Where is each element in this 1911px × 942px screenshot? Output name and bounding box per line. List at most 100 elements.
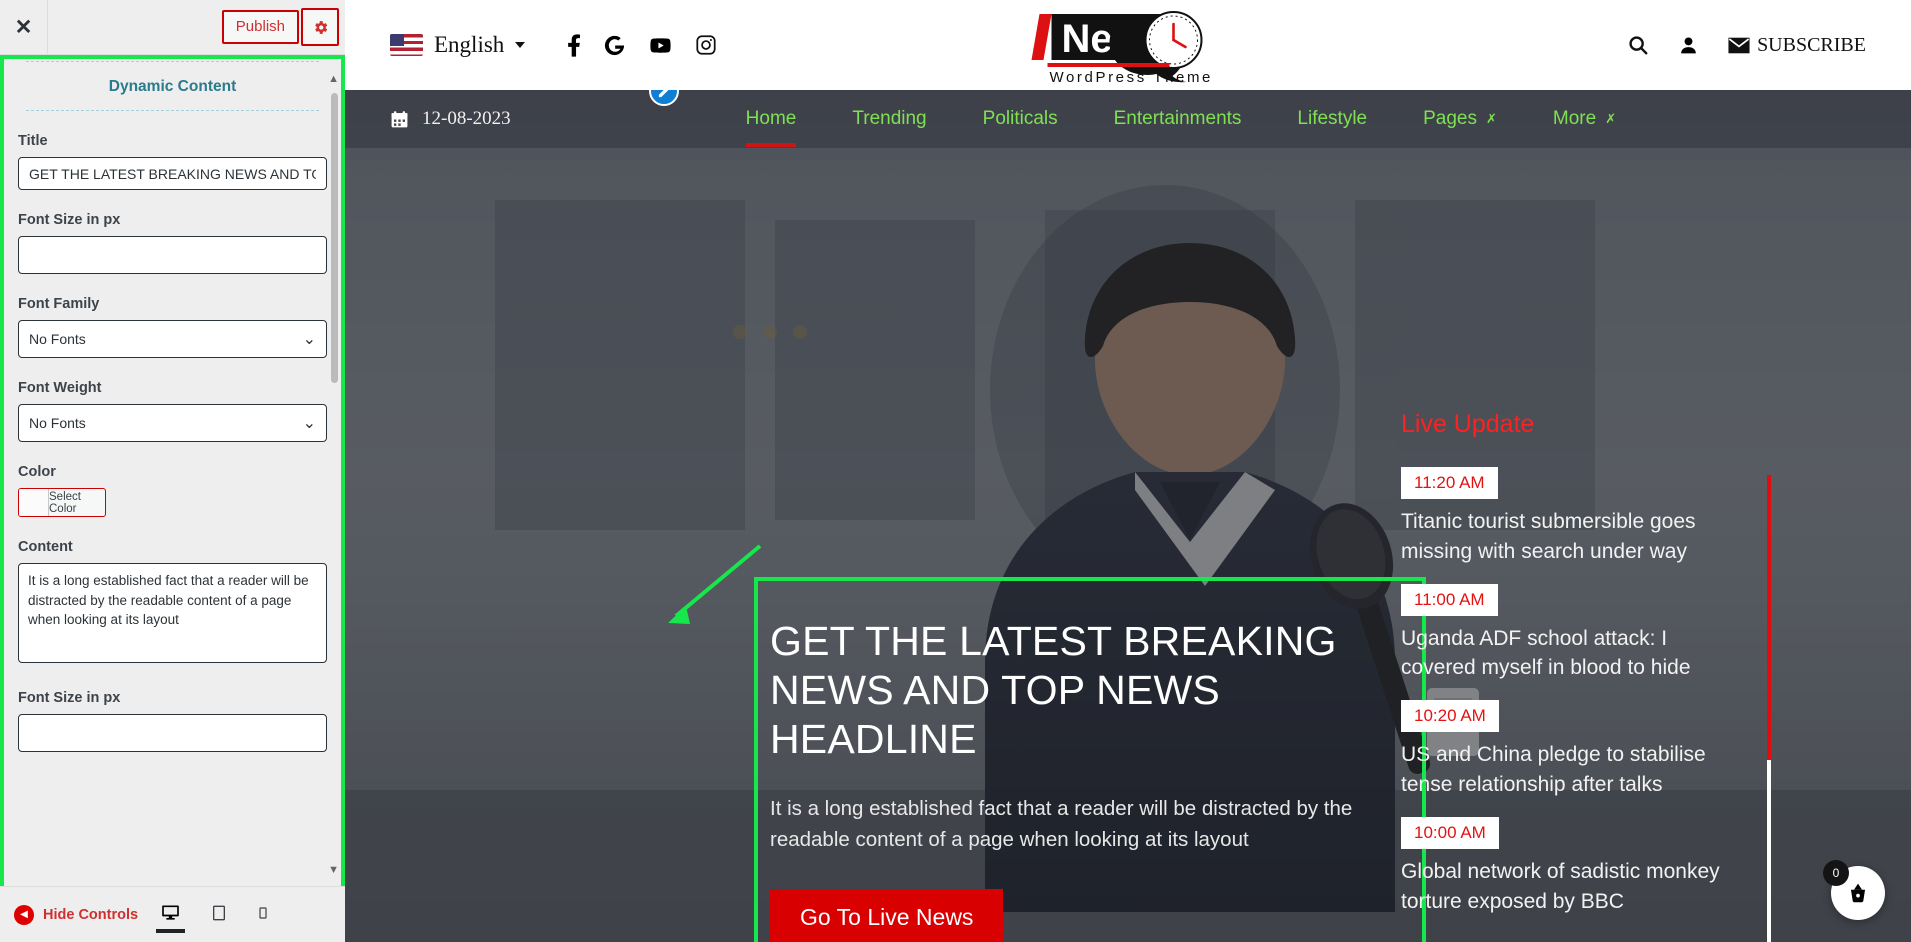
font-family-select[interactable] [18, 320, 327, 358]
google-icon[interactable] [603, 34, 626, 57]
font-weight-select[interactable] [18, 404, 327, 442]
menu-label: Pages [1423, 108, 1477, 129]
live-item-time: 11:00 AM [1401, 583, 1498, 616]
customizer-panel: ✕ Publish Dynamic Content Title Font Siz… [0, 0, 345, 942]
cart-count-badge: 0 [1823, 860, 1849, 886]
envelope-icon [1728, 37, 1750, 53]
menu-item-home[interactable]: Home [745, 91, 797, 147]
facebook-icon[interactable] [567, 33, 581, 58]
live-update-title: Live Update [1401, 410, 1535, 438]
content-textarea[interactable]: It is a long established fact that a rea… [18, 563, 327, 663]
mobile-glyph [259, 906, 267, 919]
field-color: Color Select Color [18, 464, 327, 517]
hide-controls-button[interactable]: ◀ Hide Controls [14, 904, 138, 925]
facebook-glyph [568, 33, 581, 57]
go-to-live-news-button[interactable]: Go To Live News [770, 888, 1004, 942]
mobile-icon[interactable] [253, 897, 273, 933]
user-glyph [1681, 36, 1696, 53]
chevron-down-icon [515, 42, 526, 48]
menu-label: Trending [852, 108, 927, 129]
topbar-actions: SUBSCRIBE [1627, 34, 1866, 57]
svg-text:WordPress Theme: WordPress Theme [1050, 69, 1214, 84]
subscribe-button[interactable]: SUBSCRIBE [1728, 34, 1866, 57]
live-update-item[interactable]: 11:20 AM Titanic tourist submersible goe… [1401, 467, 1731, 567]
instagram-glyph [696, 35, 716, 55]
youtube-glyph [650, 37, 671, 53]
title-input[interactable] [18, 157, 327, 190]
customizer-scroll-area: Dynamic Content Title Font Size in px Fo… [4, 59, 341, 886]
live-update-scrollbar[interactable] [1767, 475, 1771, 942]
hero-section: 12-08-2023 Home Trending Politicals Ente… [345, 90, 1911, 942]
menu-item-pages[interactable]: Pages ✗ [1423, 91, 1497, 147]
menu-item-trending[interactable]: Trending [852, 91, 926, 147]
news-logo-glyph: News WordPress Theme [1031, 11, 1214, 86]
menu-label: Politicals [982, 108, 1058, 129]
chevron-down-icon: ✗ [1605, 111, 1617, 126]
calendar-icon [391, 110, 408, 127]
publish-button[interactable]: Publish [221, 10, 299, 44]
chevron-down-icon: ✗ [1486, 111, 1497, 126]
tablet-icon[interactable] [207, 897, 231, 933]
font-size-input-2[interactable] [18, 714, 327, 752]
menu-label: Entertainments [1113, 108, 1242, 129]
live-update-item[interactable]: 10:20 AM US and China pledge to stabilis… [1401, 700, 1731, 800]
date-label: 12-08-2023 [422, 108, 511, 129]
scroll-up-arrow[interactable]: ▲ [328, 73, 339, 85]
us-flag-icon [390, 34, 423, 56]
annotation-arrow [668, 544, 762, 624]
hero-subtitle: It is a long established fact that a rea… [770, 796, 1353, 851]
menu-item-lifestyle[interactable]: Lifestyle [1297, 91, 1367, 147]
pencil-glyph [658, 90, 668, 97]
collapse-icon: ◀ [14, 904, 34, 925]
youtube-icon[interactable] [648, 36, 673, 55]
customizer-scrollbar[interactable] [331, 93, 338, 383]
live-update-item[interactable]: 10:00 AM Global network of sadistic monk… [1401, 816, 1731, 917]
live-update-scroll-thumb[interactable] [1767, 475, 1771, 760]
hero-title: GET THE LATEST BREAKING NEWS AND TOP NEW… [770, 618, 1337, 763]
color-picker[interactable]: Select Color [18, 488, 106, 517]
desktop-icon[interactable] [156, 897, 185, 933]
font-size-label: Font Size in px [18, 212, 121, 228]
customizer-body: Dynamic Content Title Font Size in px Fo… [0, 55, 345, 886]
gear-glyph [314, 20, 327, 34]
site-logo[interactable]: News WordPress Theme [1026, 6, 1231, 89]
search-glyph [1629, 36, 1648, 55]
language-selector[interactable]: English [390, 32, 526, 58]
date-display: 12-08-2023 [390, 108, 511, 130]
select-color-button[interactable]: Select Color [49, 489, 105, 516]
search-icon[interactable] [1627, 34, 1649, 56]
user-icon[interactable] [1678, 35, 1699, 56]
gear-icon[interactable] [301, 8, 339, 46]
menu-item-entertainments[interactable]: Entertainments [1114, 91, 1242, 147]
device-preview-buttons [156, 897, 331, 933]
live-item-time: 10:20 AM [1401, 700, 1499, 733]
section-title: Dynamic Content [26, 61, 319, 111]
font-weight-label: Font Weight [18, 380, 102, 396]
field-font-size-2: Font Size in px [18, 690, 327, 752]
live-item-headline: Titanic tourist submersible goes missing… [1401, 510, 1696, 563]
menu-item-more[interactable]: More ✗ [1553, 91, 1616, 147]
instagram-icon[interactable] [695, 34, 717, 56]
hero-content-block: GET THE LATEST BREAKING NEWS AND TOP NEW… [754, 577, 1426, 942]
social-links [567, 33, 717, 58]
menu-item-politicals[interactable]: Politicals [983, 91, 1058, 147]
field-font-size: Font Size in px [18, 212, 327, 274]
font-size-input[interactable] [18, 236, 327, 274]
live-update-panel: Live Update 11:20 AM Titanic tourist sub… [1401, 410, 1731, 934]
color-swatch [19, 489, 49, 516]
scroll-down-arrow[interactable]: ▼ [328, 864, 339, 876]
content-label: Content [18, 539, 73, 555]
pencil-edit-icon[interactable] [649, 90, 679, 106]
font-weight-select-wrap: ⌄ [18, 404, 327, 442]
close-icon[interactable]: ✕ [0, 0, 48, 55]
menu-label: More [1552, 108, 1597, 129]
google-glyph [605, 35, 625, 55]
site-topbar: English WordPress Theme SUBSCRIBE [345, 0, 1911, 90]
live-update-item[interactable]: 11:00 AM Uganda ADF school attack: I cov… [1401, 583, 1731, 684]
customizer-footer: ◀ Hide Controls [0, 886, 345, 942]
field-font-weight: Font Weight ⌄ [18, 380, 327, 442]
menu-label: Home [745, 108, 797, 129]
main-menu: Home Trending Politicals Entertainments … [745, 91, 1616, 147]
field-content: Content It is a long established fact th… [18, 539, 327, 668]
desktop-glyph [162, 905, 179, 920]
